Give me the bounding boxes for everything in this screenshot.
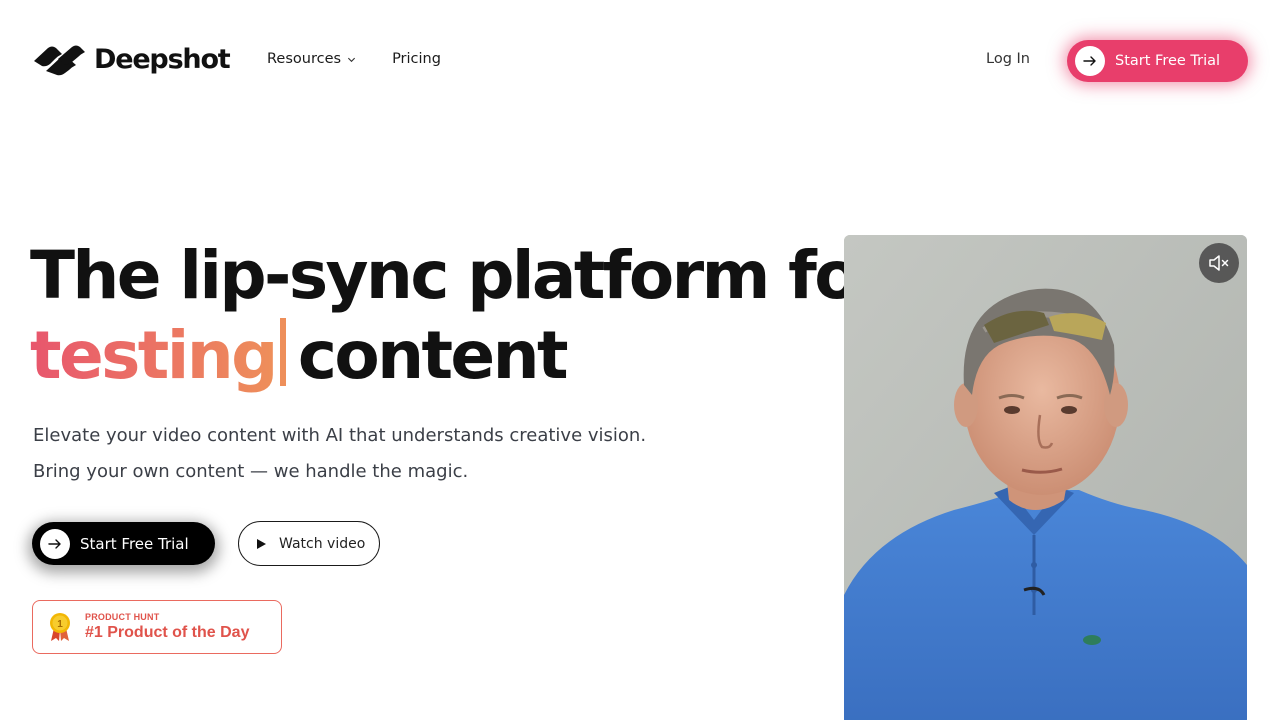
header-start-trial-label: Start Free Trial bbox=[1115, 53, 1221, 69]
hero-start-trial-label: Start Free Trial bbox=[80, 534, 189, 553]
arrow-right-icon bbox=[40, 528, 70, 559]
nav-resources-label: Resources bbox=[267, 51, 342, 67]
headline-line-2: testing content bbox=[30, 316, 820, 396]
headline-line-2-rest: content bbox=[297, 317, 569, 394]
hero-video[interactable] bbox=[844, 235, 1247, 720]
chevron-down-icon bbox=[348, 57, 356, 62]
hero-headline: The lip-sync platform for testing content bbox=[30, 236, 890, 396]
hero-subtitle-line-1: Elevate your video content with AI that … bbox=[33, 425, 647, 446]
header-start-trial-button[interactable]: Start Free Trial bbox=[1067, 40, 1248, 82]
nav-pricing-label: Pricing bbox=[392, 51, 441, 67]
speaker-muted-icon bbox=[1209, 255, 1229, 271]
medal-icon: 1 bbox=[50, 613, 70, 641]
badge-kicker: PRODUCT HUNT bbox=[85, 612, 160, 622]
badge-title: #1 Product of the Day bbox=[85, 624, 250, 641]
typing-caret bbox=[279, 318, 286, 386]
hero-start-trial-button[interactable]: Start Free Trial bbox=[32, 522, 215, 565]
top-navigation: Deepshot Resources Pricing Log In Start … bbox=[0, 0, 1280, 122]
watch-video-label: Watch video bbox=[279, 535, 366, 552]
login-link[interactable]: Log In bbox=[986, 51, 1030, 67]
brand-logo[interactable]: Deepshot bbox=[32, 44, 231, 76]
watch-video-button[interactable]: Watch video bbox=[238, 521, 380, 566]
play-icon bbox=[257, 538, 266, 549]
hero-subtitle: Elevate your video content with AI that … bbox=[33, 418, 733, 490]
product-hunt-badge[interactable]: 1 PRODUCT HUNT #1 Product of the Day bbox=[32, 600, 282, 654]
nav-links: Resources Pricing bbox=[267, 51, 441, 67]
video-frame bbox=[844, 235, 1247, 720]
headline-line-1: The lip-sync platform for bbox=[30, 237, 890, 314]
arrow-right-icon bbox=[1075, 46, 1105, 76]
deepshot-logo-icon bbox=[34, 45, 85, 76]
badge-text: PRODUCT HUNT #1 Product of the Day bbox=[85, 612, 249, 642]
mute-toggle-button[interactable] bbox=[1199, 243, 1239, 283]
brand-name: Deepshot bbox=[94, 44, 231, 75]
headline-typed-word: testing bbox=[30, 317, 278, 394]
nav-pricing-link[interactable]: Pricing bbox=[392, 51, 441, 67]
hero-subtitle-line-2: Bring your own content — we handle the m… bbox=[33, 461, 469, 482]
medal-number: 1 bbox=[57, 619, 63, 630]
nav-resources-dropdown[interactable]: Resources bbox=[267, 51, 356, 67]
